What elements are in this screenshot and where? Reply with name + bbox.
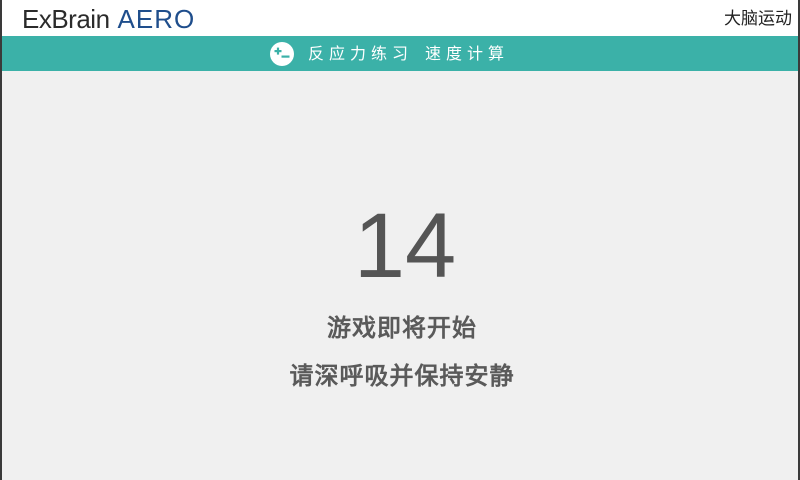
start-message: 游戏即将开始 [327, 314, 477, 342]
logo-text-aero: AERO [117, 4, 196, 34]
app-window: ExBrain AERO 大脑运动 反应力练习 速度计算 14 游戏即将开始 请深… [0, 0, 800, 480]
app-logo: ExBrain AERO [22, 4, 195, 34]
plus-minus-icon [270, 41, 294, 66]
breathe-message: 请深呼吸并保持安静 [289, 362, 515, 390]
countdown-number: 14 [353, 195, 457, 297]
top-bar: ExBrain AERO 大脑运动 [2, 0, 798, 36]
exercise-title: 反应力练习 速度计算 [308, 36, 509, 71]
exercise-title-bar: 反应力练习 速度计算 [2, 36, 798, 71]
exercise-category: 反应力练习 [308, 44, 414, 63]
exercise-title-group: 反应力练习 速度计算 [270, 36, 509, 71]
logo-text-exbrain: ExBrain [22, 4, 110, 34]
exercise-name: 速度计算 [425, 44, 510, 63]
countdown-panel: 14 游戏即将开始 请深呼吸并保持安静 [2, 71, 798, 480]
app-name-label: 大脑运动 [724, 9, 792, 29]
